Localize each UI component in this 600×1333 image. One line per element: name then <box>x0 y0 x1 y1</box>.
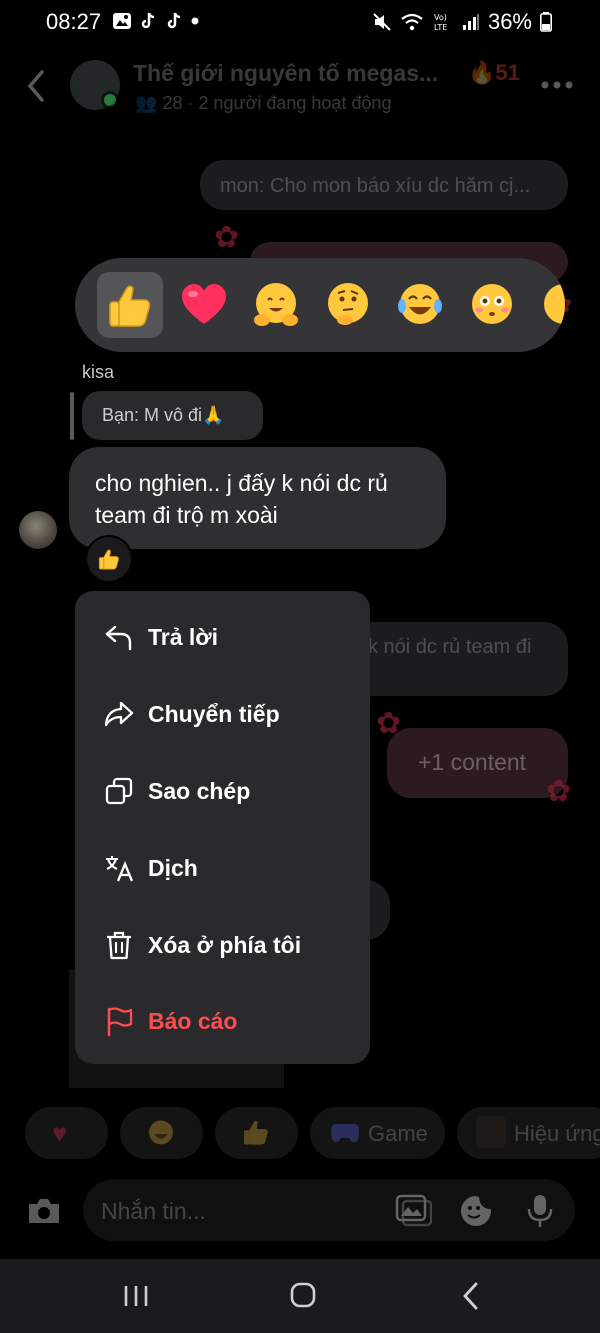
gallery-icon <box>113 13 131 29</box>
menu-item-copy[interactable]: Sao chép <box>75 758 370 824</box>
reply-preview-text: Bạn: M vô đi🙏 <box>102 405 225 425</box>
menu-item-report[interactable]: Báo cáo <box>75 988 370 1054</box>
forward-icon <box>104 701 134 727</box>
menu-item-translate[interactable]: Dịch <box>75 835 370 901</box>
svg-text:LTE: LTE <box>434 23 447 32</box>
reaction-tray <box>75 258 565 352</box>
menu-item-reply[interactable]: Trả lời <box>75 604 370 670</box>
tiktok-icon <box>167 12 181 29</box>
sender-avatar[interactable] <box>19 511 57 549</box>
game-label: Game <box>368 1121 428 1146</box>
members-count: 28 <box>162 93 183 113</box>
tiktok-icon <box>141 12 155 29</box>
effects-label: Hiệu ứng <box>514 1121 600 1146</box>
thumbs-up-icon <box>98 549 119 570</box>
more-options-icon[interactable] <box>540 80 574 90</box>
members-icon: 👥 <box>135 93 158 113</box>
flag-icon <box>107 1007 133 1037</box>
reaction-thinking-face[interactable] <box>315 272 381 338</box>
tears-of-joy-icon <box>398 284 442 324</box>
trash-icon <box>107 931 131 960</box>
background-message <box>340 622 568 696</box>
home-icon[interactable] <box>283 1279 323 1313</box>
active-status: 2 người đang hoạt động <box>198 93 392 113</box>
menu-label-reply: Trả lời <box>148 623 219 650</box>
battery-percent: 36% <box>487 9 532 34</box>
partial-emoji-icon <box>544 284 565 324</box>
hugging-face-icon <box>254 283 298 326</box>
reaction-heart[interactable] <box>171 272 237 338</box>
menu-label-translate: Dịch <box>148 854 198 881</box>
reaction-hugging-face[interactable] <box>243 272 309 338</box>
system-icons: Vo) LTE 36% <box>372 9 552 35</box>
online-indicator <box>101 91 119 109</box>
streak-badge: 🔥51 <box>468 60 520 85</box>
message-input-placeholder: Nhắn tin... <box>101 1198 206 1224</box>
group-name[interactable]: Thế giới nguyên tố megas... <box>133 60 438 87</box>
signal-icon <box>462 14 479 30</box>
menu-item-delete-for-me[interactable]: Xóa ở phía tôi <box>75 912 370 978</box>
sticker-icon[interactable] <box>458 1193 494 1229</box>
member-info: 👥 28 · 2 người đang hoạt động <box>135 93 392 113</box>
back-nav-icon[interactable] <box>452 1279 492 1313</box>
svg-text:Vo): Vo) <box>434 13 447 22</box>
dot-icon <box>191 17 199 25</box>
back-icon[interactable] <box>22 68 50 104</box>
tears-of-joy-icon <box>149 1120 173 1145</box>
copy-icon <box>105 777 133 805</box>
reply-indicator <box>70 392 74 440</box>
volte-icon: Vo)LTE <box>434 13 447 32</box>
status-time: 08:27 <box>46 9 102 34</box>
status-bar: 08:27 Vo) LTE 36% <box>0 0 600 44</box>
camera-icon[interactable] <box>26 1196 62 1226</box>
thumbs-up-icon <box>109 285 151 327</box>
flushed-face-icon <box>472 284 512 324</box>
reaction-tears-of-joy[interactable] <box>387 272 453 338</box>
sender-name: kisa <box>82 362 115 382</box>
message-text: cho nghien.. j đấy k nói dc rủ team đi t… <box>95 470 388 528</box>
heart-icon <box>182 284 226 324</box>
reaction-more[interactable] <box>531 272 565 338</box>
flower-sticker: ✿ <box>546 775 572 808</box>
menu-label-copy: Sao chép <box>148 777 251 804</box>
recent-apps-icon[interactable] <box>116 1279 156 1313</box>
menu-label-forward: Chuyển tiếp <box>148 700 280 727</box>
wifi-icon <box>401 13 423 31</box>
reaction-thumbs-up[interactable] <box>97 272 163 338</box>
mute-icon <box>373 13 391 31</box>
thumbs-up-icon <box>244 1120 268 1145</box>
reply-icon <box>105 625 132 651</box>
message-reaction-badge[interactable] <box>85 535 133 583</box>
microphone-icon[interactable] <box>526 1193 554 1229</box>
background-message-text: +1 content <box>418 749 527 775</box>
menu-label-delete-for-me: Xóa ở phía tôi <box>148 931 302 958</box>
system-navigation-bar <box>0 1259 600 1333</box>
gamepad-icon <box>331 1124 359 1142</box>
menu-label-report: Báo cáo <box>148 1007 238 1034</box>
heart-icon: ♥ <box>52 1118 68 1148</box>
background-message-text: mon: Cho mon báo xíu dc hăm cj... <box>220 175 531 197</box>
reaction-flushed-face[interactable] <box>459 272 525 338</box>
menu-item-forward[interactable]: Chuyển tiếp <box>75 681 370 747</box>
translate-icon <box>106 856 134 882</box>
thinking-face-icon <box>328 283 368 325</box>
background-message-text: k nói dc rủ team đi <box>368 636 532 658</box>
streak-count: 51 <box>495 60 520 85</box>
battery-icon <box>540 12 552 32</box>
flower-sticker: ✿ <box>214 221 240 254</box>
gallery-icon[interactable] <box>394 1193 432 1227</box>
message-context-menu: Trả lời Chuyển tiếp Sao chép Dịch Xóa ở … <box>75 591 370 1064</box>
notification-icons <box>112 11 200 31</box>
effects-thumbnail <box>476 1116 506 1148</box>
